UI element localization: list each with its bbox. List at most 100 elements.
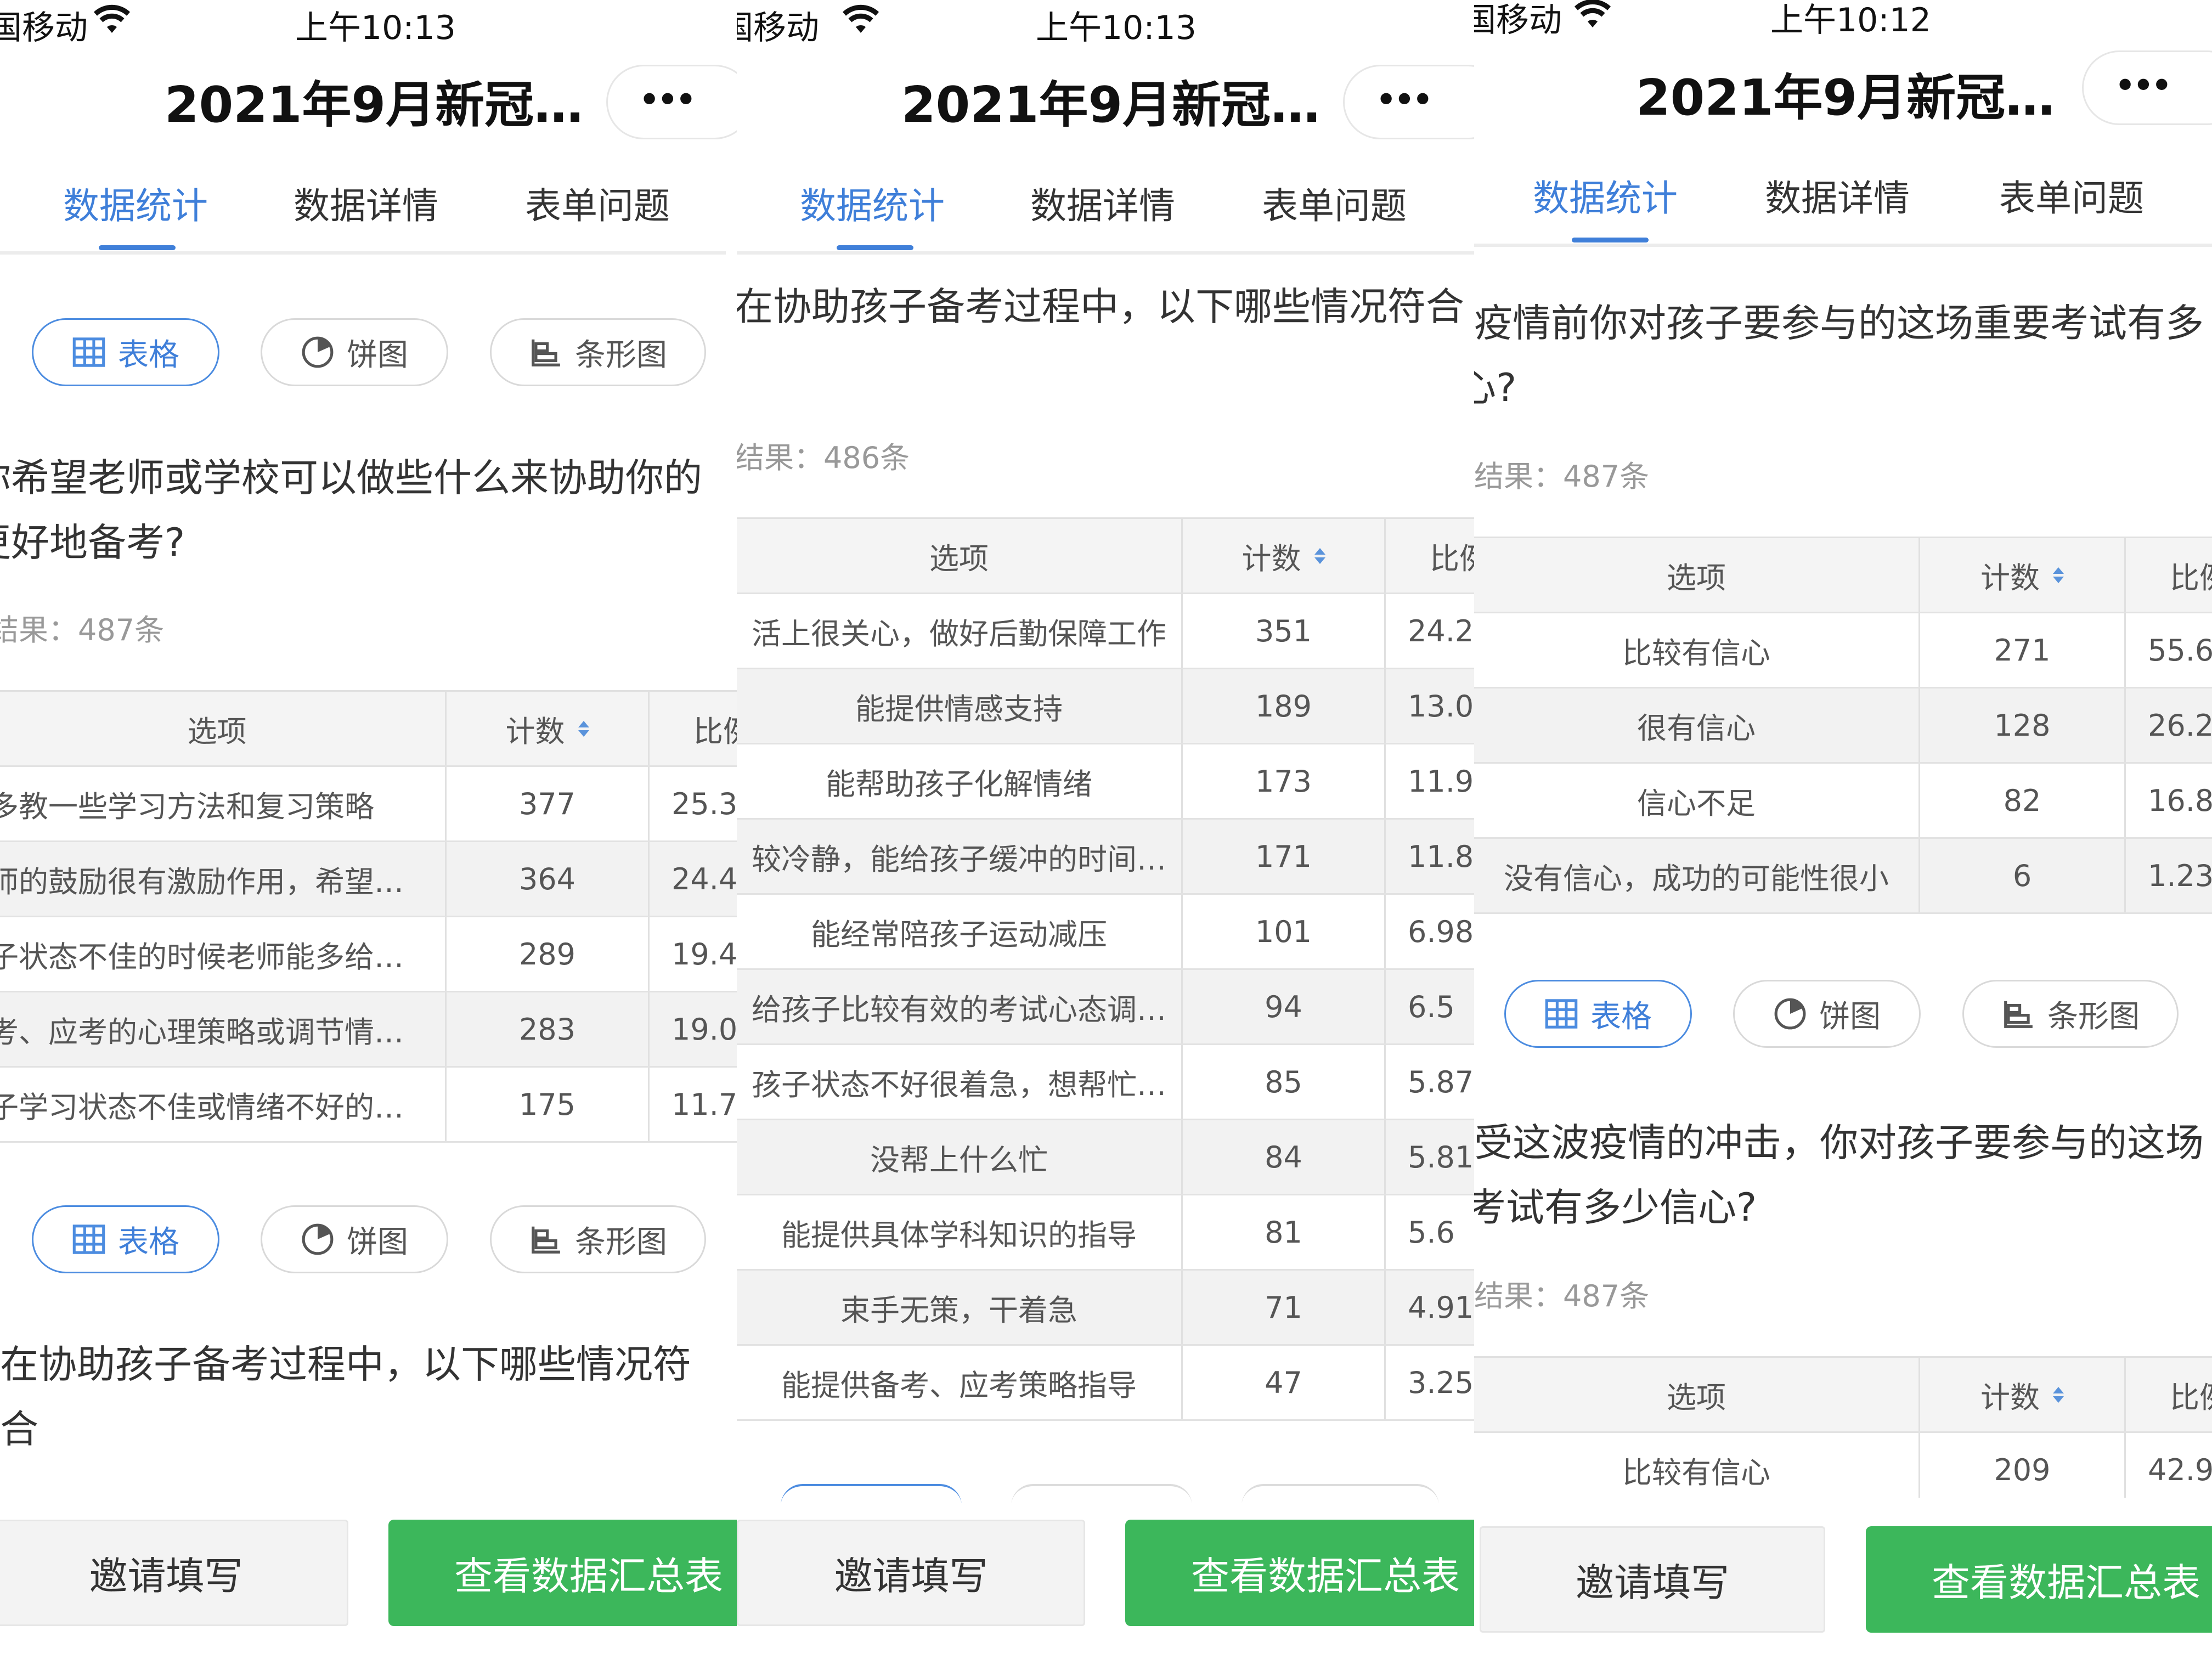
ratio-cell: 26.28 [2124, 689, 2212, 762]
option-cell: 多教一些学习方法和复习策略 [0, 789, 374, 824]
option-cell: 子状态不佳的时候老师能多给… [0, 939, 404, 974]
count-cell: 271 [1918, 613, 2124, 687]
result-count-2: 结果：487条 [1474, 1279, 1650, 1313]
table-view-button[interactable]: 表格 [32, 318, 219, 386]
bottom-action-bar: 邀请填写 查看数据汇总表 [0, 1503, 737, 1659]
pie-view-label: 饼图 [347, 337, 408, 373]
tab-form-questions[interactable]: 表单问题 [1999, 169, 2144, 222]
option-cell: 没有信心，成功的可能性很小 [1504, 861, 1889, 896]
invite-button[interactable]: 邀请填写 [0, 1520, 348, 1626]
tab-form-questions[interactable]: 表单问题 [525, 177, 670, 229]
active-tab-indicator [1572, 238, 1649, 242]
count-cell: 283 [445, 992, 648, 1066]
table-view-button[interactable]: 表格 [1504, 980, 1692, 1048]
pie-view-label: 饼图 [347, 1224, 408, 1260]
header-ratio: 比例 [1384, 519, 1474, 592]
screenshot-collage: 国移动 上午10:13 2021年9月新冠… ••• 数据统计 数据详情 表单问… [0, 0, 2212, 1659]
option-cell: 比较有信心 [1622, 1455, 1770, 1490]
option-cell: 考、应考的心理策略或调节情… [0, 1014, 404, 1049]
bottom-action-bar: 邀请填写 查看数据汇总表 [737, 1503, 1474, 1659]
status-time: 上午10:13 [295, 9, 456, 47]
table-view-button[interactable]: 表格 [32, 1205, 219, 1273]
option-cell: 能提供备考、应考策略指导 [781, 1368, 1137, 1403]
question-title-2: 受这波疫情的冲击，你对孩子要参与的这场 考试有多少信心? [1474, 1110, 2204, 1240]
header-ratio: 比例 [648, 692, 737, 765]
count-cell: 47 [1181, 1346, 1384, 1419]
ratio-cell: 11.82 [1384, 820, 1474, 893]
count-cell: 171 [1181, 820, 1384, 893]
result-count: 结果：487条 [0, 613, 165, 647]
tab-data-stats[interactable]: 数据统计 [63, 177, 208, 229]
table-icon [1545, 999, 1578, 1029]
table-icon [72, 337, 105, 367]
tab-data-details[interactable]: 数据详情 [1030, 177, 1175, 229]
sort-icon[interactable] [578, 720, 589, 737]
mini-program-capsule[interactable]: ••• [2082, 50, 2212, 125]
pie-chart-icon [302, 336, 334, 368]
sort-icon[interactable] [2053, 567, 2064, 583]
phone-panel-1: 国移动 上午10:13 2021年9月新冠… ••• 数据统计 数据详情 表单问… [0, 0, 737, 1659]
option-cell: 比较有信心 [1622, 635, 1770, 670]
more-icon[interactable]: ••• [1375, 77, 1434, 122]
more-icon[interactable]: ••• [638, 77, 697, 122]
pie-view-button[interactable]: 饼图 [261, 318, 448, 386]
sort-icon[interactable] [1314, 548, 1325, 564]
header-count[interactable]: 计数 [1918, 538, 2124, 612]
tab-data-stats[interactable]: 数据统计 [1533, 169, 1678, 222]
header-count[interactable]: 计数 [1181, 519, 1384, 592]
ratio-cell: 4.91 [1384, 1271, 1474, 1344]
bar-view-label: 条形图 [575, 1224, 667, 1260]
header-count[interactable]: 计数 [445, 692, 648, 765]
pie-view-button[interactable]: 饼图 [1733, 980, 1921, 1048]
view-summary-button[interactable]: 查看数据汇总表 [1866, 1526, 2212, 1633]
count-cell: 85 [1181, 1045, 1384, 1119]
table-row: 能提供备考、应考策略指导 47 3.25 [737, 1346, 1474, 1421]
count-cell: 289 [445, 917, 648, 991]
pie-view-button[interactable]: 饼图 [261, 1205, 448, 1273]
ratio-cell: 24.46 [648, 842, 737, 916]
question-line-2: 心? [1474, 365, 1517, 410]
question-title: 在协助孩子备考过程中，以下哪些情况符合 [737, 284, 1464, 329]
question-title-2: 在协助孩子备考过程中，以下哪些情况符合 [0, 1342, 691, 1452]
stats-table: 选项 计数 比例 比较有信心 27155.65 很有信心 12826.28 信心不足… [1474, 537, 2212, 914]
ratio-cell: 55.65 [2124, 613, 2212, 687]
tab-data-details[interactable]: 数据详情 [294, 177, 438, 229]
mini-program-capsule[interactable]: ••• [606, 65, 737, 139]
bar-view-button[interactable]: 条形图 [490, 1205, 706, 1273]
bar-view-button[interactable]: 条形图 [1962, 980, 2179, 1048]
header-option: 选项 [1667, 560, 1726, 595]
tab-data-stats[interactable]: 数据统计 [800, 177, 945, 229]
invite-button[interactable]: 邀请填写 [1480, 1526, 1825, 1633]
tab-form-questions[interactable]: 表单问题 [1262, 177, 1407, 229]
view-summary-button[interactable]: 查看数据汇总表 [388, 1520, 737, 1626]
stats-table: 选项 计数 比例 活上很关心，做好后勤保障工作 35124.26 能提供情感支持 1… [737, 517, 1474, 1421]
bar-view-label: 条形图 [575, 337, 667, 373]
active-tab-indicator [837, 245, 913, 250]
carrier-label: 国移动 [737, 9, 819, 47]
phone-panel-2: 国移动 上午10:13 2021年9月新冠… ••• 数据统计 数据详情 表单问… [737, 0, 1474, 1659]
tab-data-details[interactable]: 数据详情 [1765, 169, 1910, 222]
ratio-cell: 5.81 [1384, 1120, 1474, 1194]
table-header-row: 选项 计数 比例 [737, 519, 1474, 594]
more-icon[interactable]: ••• [2114, 63, 2173, 108]
bar-view-button[interactable]: 条形图 [490, 318, 706, 386]
table-row: 孩子状态不好很着急，想帮忙… 85 5.87 [737, 1045, 1474, 1120]
table-view-label: 表格 [1590, 998, 1652, 1035]
invite-button[interactable]: 邀请填写 [737, 1520, 1085, 1626]
table-row: 能提供具体学科知识的指导 81 5.6 [737, 1195, 1474, 1271]
ratio-cell: 5.87 [1384, 1045, 1474, 1119]
stats-table: 选项 计数 比例 多教一些学习方法和复习策略 377 25.34 师的鼓励很有激… [0, 690, 737, 1143]
table-header-row: 选项 计数 比例 [0, 692, 737, 767]
result-count: 结果：487条 [1474, 459, 1650, 494]
table-row: 能提供情感支持 18913.06 [737, 669, 1474, 744]
mini-program-capsule[interactable]: ••• [1343, 65, 1474, 139]
view-summary-button[interactable]: 查看数据汇总表 [1125, 1520, 1474, 1626]
sort-icon[interactable] [2053, 1386, 2064, 1403]
header-count[interactable]: 计数 [1918, 1358, 2124, 1431]
option-cell: 信心不足 [1637, 786, 1756, 821]
table-row: 活上很关心，做好后勤保障工作 35124.26 [737, 594, 1474, 669]
table-view-label: 表格 [118, 1224, 179, 1260]
question-2-line-1: 受这波疫情的冲击，你对孩子要参与的这场 [1474, 1120, 2204, 1165]
pie-chart-icon [1774, 998, 1806, 1030]
count-cell: 173 [1181, 744, 1384, 818]
